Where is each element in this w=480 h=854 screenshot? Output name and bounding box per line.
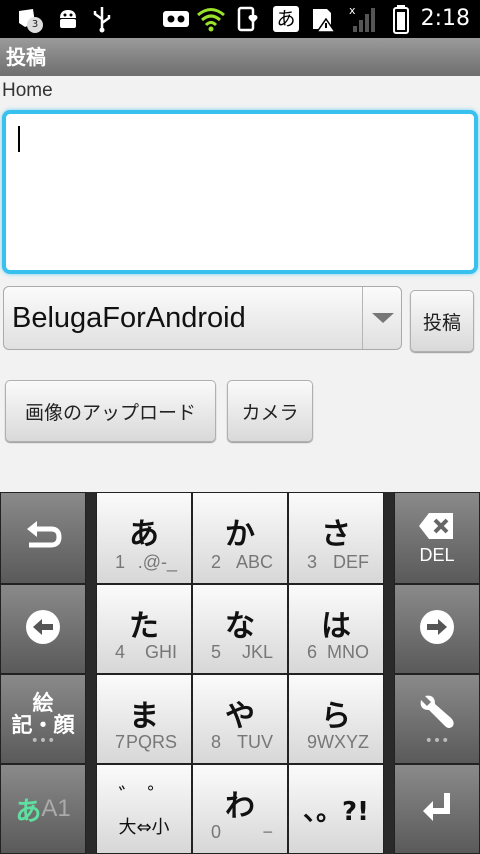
undo-key[interactable] [0, 492, 86, 584]
key-num: 9 [307, 732, 318, 752]
sd-warning-icon [308, 4, 338, 34]
delete-icon [417, 511, 457, 545]
key-num: 1 [115, 552, 126, 572]
more-dots-icon: ••• [30, 733, 56, 749]
key-ta[interactable]: た 4 GHI [96, 584, 192, 674]
mode-label-kana: あ [15, 796, 42, 827]
key-kana: さ [321, 517, 351, 552]
key-kana: や [225, 699, 255, 734]
more-dots-icon: ••• [424, 733, 450, 749]
voicemail-icon [160, 4, 192, 34]
delete-key-label: DEL [419, 544, 455, 565]
key-num: 7 [115, 732, 126, 752]
key-ka[interactable]: か 2 ABC [192, 492, 288, 584]
wrench-icon [417, 692, 457, 736]
text-cursor [18, 126, 20, 152]
delete-key[interactable]: DEL [394, 492, 480, 584]
client-select[interactable]: BelugaForAndroid [3, 286, 402, 350]
punctuation-label: 、。?! [303, 797, 369, 827]
key-chars: GHI [144, 642, 177, 662]
cursor-right-key[interactable] [394, 584, 480, 674]
key-kana: か [225, 517, 255, 552]
key-ra[interactable]: ら 9 WXYZ [288, 674, 384, 764]
key-na[interactable]: な 5 JKL [192, 584, 288, 674]
right-arrow-icon [419, 609, 455, 649]
wifi-icon [196, 4, 226, 34]
key-kana: な [225, 609, 255, 644]
key-kana: ら [321, 699, 351, 734]
chevron-down-icon[interactable] [364, 287, 402, 349]
svg-text:x: x [349, 4, 356, 17]
key-num: 8 [211, 732, 222, 752]
mode-label-alnum: A1 [41, 795, 71, 822]
key-kana: は [321, 609, 351, 644]
enter-key[interactable] [394, 764, 480, 854]
key-kana: た [129, 609, 159, 644]
key-chars: .@-_ [137, 552, 177, 572]
client-select-value: BelugaForAndroid [12, 302, 246, 334]
dakuten-label: ゛ ゜ [118, 785, 170, 810]
soft-keyboard: 絵 記・顔 ••• あ A1 あ 1 .@-_ か 2 ABC さ 3 DEF … [0, 492, 480, 854]
upload-image-button[interactable]: 画像のアップロード [5, 380, 216, 442]
post-button[interactable]: 投稿 [410, 290, 474, 352]
key-chars: WXYZ [317, 732, 369, 752]
key-ya[interactable]: や 8 TUV [192, 674, 288, 764]
signal-icon: x [346, 4, 378, 34]
key-chars: TUV [237, 732, 273, 752]
key-kana: ま [129, 699, 159, 734]
key-wa[interactable]: わ 0 − [192, 764, 288, 854]
notification-count-badge: 3 [27, 17, 43, 33]
key-chars: − [262, 822, 273, 842]
phone-heart-icon [234, 4, 264, 34]
battery-icon [390, 4, 412, 34]
key-a[interactable]: あ 1 .@-_ [96, 492, 192, 584]
key-kana: あ [129, 517, 159, 552]
status-bar: 3 あ x 2:18 [0, 0, 480, 38]
emoji-key-line1: 絵 [32, 691, 54, 715]
key-num: 5 [211, 642, 222, 662]
post-text-input[interactable] [2, 110, 478, 274]
key-chars: ABC [235, 552, 273, 572]
key-sa[interactable]: さ 3 DEF [288, 492, 384, 584]
key-num: 4 [115, 642, 126, 662]
account-label: Home [2, 80, 53, 101]
key-num: 0 [211, 822, 222, 842]
undo-icon [23, 519, 63, 557]
input-mode-key[interactable]: あ A1 [0, 764, 86, 854]
select-divider [362, 287, 363, 349]
ime-indicator: あ [273, 6, 299, 32]
key-punctuation[interactable]: 、。?! [288, 764, 384, 854]
page-title: 投稿 [0, 38, 480, 76]
usb-icon [88, 4, 116, 34]
status-time: 2:18 [420, 6, 470, 31]
enter-icon [419, 789, 455, 829]
settings-key[interactable]: ••• [394, 674, 480, 764]
android-icon [54, 4, 82, 34]
key-chars: DEF [333, 552, 369, 572]
key-num: 6 [307, 642, 318, 662]
key-kana: わ [225, 789, 255, 824]
key-chars: JKL [241, 642, 273, 662]
key-chars: MNO [327, 642, 369, 662]
key-ha[interactable]: は 6 MNO [288, 584, 384, 674]
key-num: 2 [211, 552, 222, 572]
key-ma[interactable]: ま 7 PQRS [96, 674, 192, 764]
camera-button[interactable]: カメラ [227, 380, 313, 442]
key-chars: PQRS [125, 732, 177, 752]
key-num: 3 [307, 552, 318, 572]
size-toggle-label: 大⇔小 [118, 817, 170, 838]
emoji-key[interactable]: 絵 記・顔 ••• [0, 674, 86, 764]
left-arrow-icon [25, 609, 61, 649]
key-dakuten[interactable]: ゛ ゜ 大⇔小 [96, 764, 192, 854]
cursor-left-key[interactable] [0, 584, 86, 674]
